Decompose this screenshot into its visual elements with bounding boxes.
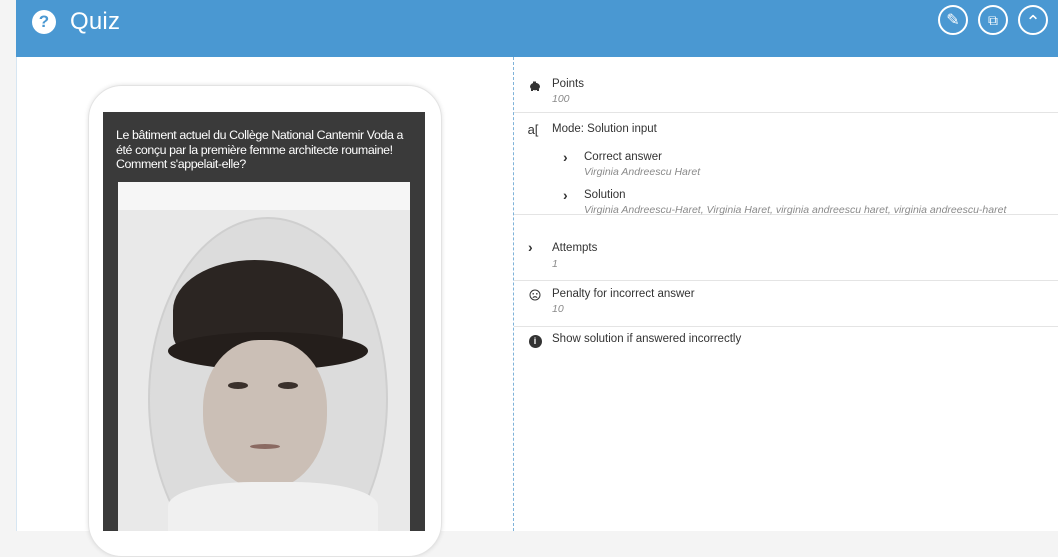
chevron-right-icon: › [563, 149, 568, 165]
settings-panel: Points 100 a[ Mode: Solution input › Cor… [514, 70, 1058, 530]
attempts-value: 1 [552, 258, 558, 270]
portrait-eye-left [228, 382, 248, 389]
solution-value: Virginia Andreescu-Haret, Virginia Haret… [584, 204, 1007, 216]
points-value: 100 [552, 93, 570, 105]
attempts-label: Attempts [552, 242, 598, 254]
pencil-icon: ✎ [946, 12, 960, 29]
info-icon: i [528, 334, 542, 348]
mode-label: Mode: Solution input [552, 123, 657, 135]
attempts-row[interactable]: › Attempts 1 [514, 235, 1058, 281]
portrait-face [203, 340, 327, 490]
show-solution-row[interactable]: i Show solution if answered incorrectly [514, 326, 1058, 356]
chevron-up-icon: ⌃ [1025, 12, 1041, 32]
show-solution-label: Show solution if answered incorrectly [552, 333, 742, 345]
correct-answer-label: Correct answer [584, 151, 662, 163]
mode-row: a[ Mode: Solution input › Correct answer… [514, 112, 1058, 216]
page-title: Quiz [70, 8, 121, 35]
quiz-header: ? Quiz [16, 0, 1058, 57]
copy-icon: ⧉ [988, 11, 998, 28]
question-image [118, 182, 410, 531]
chevron-right-icon: › [563, 187, 568, 203]
phone-screen: Le bâtiment actuel du Collège National C… [103, 112, 425, 531]
header-title-group: ? Quiz [32, 8, 120, 36]
portrait-mouth [250, 444, 280, 449]
solution-label: Solution [584, 189, 626, 201]
penalty-value: 10 [552, 303, 564, 315]
correct-answer-value: Virginia Andreescu Haret [584, 166, 701, 178]
portrait-collar [168, 482, 378, 531]
portrait-eye-right [278, 382, 298, 389]
image-top-band [118, 182, 410, 210]
chevron-right-icon: › [528, 239, 533, 255]
collapse-button[interactable]: ⌃ [1018, 5, 1048, 35]
points-label: Points [552, 78, 584, 90]
question-icon: ? [32, 10, 56, 34]
sad-face-icon [528, 288, 542, 302]
piggy-bank-icon [528, 79, 542, 93]
text-input-icon: a[ [527, 121, 539, 137]
penalty-row[interactable]: Penalty for incorrect answer 10 [514, 280, 1058, 327]
copy-button[interactable]: ⧉ [978, 5, 1008, 35]
penalty-label: Penalty for incorrect answer [552, 288, 695, 300]
question-text: Le bâtiment actuel du Collège National C… [116, 128, 403, 171]
edit-button[interactable]: ✎ [938, 5, 968, 35]
points-row[interactable]: Points 100 [514, 70, 1058, 113]
